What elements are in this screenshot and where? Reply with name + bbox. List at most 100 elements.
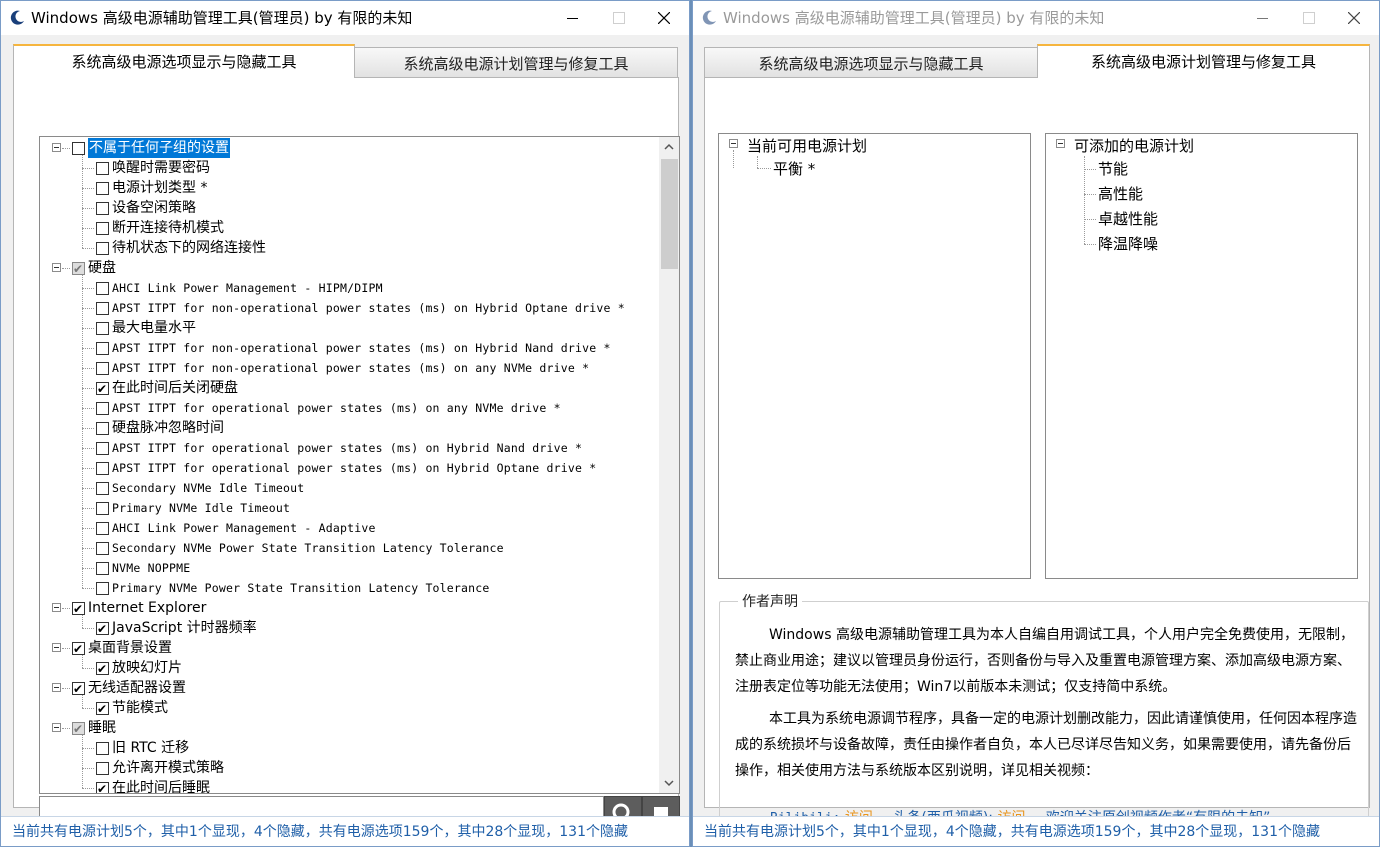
checkbox-icon[interactable] <box>96 402 109 415</box>
tree-line <box>82 388 94 389</box>
tree-line <box>82 488 94 489</box>
checkbox-icon[interactable] <box>96 462 109 475</box>
checkbox-icon[interactable] <box>96 322 109 335</box>
tree-line <box>82 508 83 528</box>
title-bar[interactable]: Windows 高级电源辅助管理工具(管理员) by 有限的未知 <box>693 1 1379 35</box>
tab-plan-management[interactable]: 系统高级电源计划管理与修复工具 <box>1037 44 1370 78</box>
maximize-icon[interactable] <box>1285 1 1331 35</box>
expander-minus-icon[interactable] <box>52 263 61 272</box>
tree-item-label: APST ITPT for operational power states (… <box>112 401 561 415</box>
current-plans-tree[interactable]: 当前可用电源计划 平衡 * <box>718 133 1031 579</box>
tree-scrollbar[interactable] <box>659 137 679 793</box>
checkbox-icon[interactable] <box>96 562 109 575</box>
checkbox-icon[interactable] <box>96 502 109 515</box>
tree-line <box>82 228 94 229</box>
expander-minus-icon[interactable] <box>52 723 61 732</box>
tab-panel-options: 在此时间后睡眠允许离开模式策略旧 RTC 迁移 睡眠 节能模式 无线适配器设置 放映幻灯… <box>13 77 680 832</box>
tree-item-label: 设备空闲策略 <box>112 200 196 216</box>
tree-item-label: 放映幻灯片 <box>112 660 182 676</box>
author-paragraph-1: Windows 高级电源辅助管理工具为本人自编自用调试工具，个人用户完全免费使用… <box>735 627 1354 695</box>
checkbox-icon[interactable] <box>96 742 109 755</box>
expander-minus-icon[interactable] <box>52 143 61 152</box>
tree-line <box>82 568 94 569</box>
tab-panel-plans: 当前可用电源计划 平衡 * 可添加的电源计划 节能 高性能 卓越性能 降温降噪 作者声… <box>704 77 1370 826</box>
checkbox-icon[interactable] <box>96 522 109 535</box>
tree-item-label: 在此时间后睡眠 <box>112 780 210 794</box>
expander-minus-icon[interactable] <box>52 603 61 612</box>
tree-line <box>82 408 83 428</box>
scroll-up-icon[interactable] <box>659 137 679 157</box>
checkbox-icon[interactable] <box>96 362 109 375</box>
tab-options-visibility[interactable]: 系统高级电源选项显示与隐藏工具 <box>13 44 355 78</box>
tab-plan-management[interactable]: 系统高级电源计划管理与修复工具 <box>354 47 678 78</box>
tree-item-label: Primary NVMe Power State Transition Late… <box>112 581 490 595</box>
scroll-down-icon[interactable] <box>659 773 679 793</box>
minimize-icon[interactable] <box>1239 1 1285 35</box>
checkbox-icon[interactable] <box>72 259 85 279</box>
checkbox-icon[interactable] <box>96 619 109 639</box>
addable-plan-item[interactable]: 高性能 <box>1098 182 1143 206</box>
tree-line <box>82 428 94 429</box>
checkbox-icon[interactable] <box>72 142 85 155</box>
tree-line <box>82 548 94 549</box>
addable-plans-tree[interactable]: 可添加的电源计划 节能 高性能 卓越性能 降温降噪 <box>1045 133 1358 579</box>
close-icon[interactable] <box>641 1 687 35</box>
power-moon-icon <box>702 10 716 25</box>
tree-item-label: APST ITPT for operational power states (… <box>112 461 597 475</box>
checkbox-icon[interactable] <box>96 379 109 399</box>
tree-line <box>82 588 94 589</box>
tree-item-label: 硬盘脉冲忽略时间 <box>112 420 224 436</box>
checkbox-icon[interactable] <box>72 599 85 619</box>
expander-minus-icon[interactable] <box>52 683 61 692</box>
current-plan-item[interactable]: 平衡 * <box>773 157 815 181</box>
checkbox-icon[interactable] <box>96 582 109 595</box>
checkbox-icon[interactable] <box>96 699 109 719</box>
addable-plan-item[interactable]: 节能 <box>1098 157 1128 181</box>
checkbox-icon[interactable] <box>96 342 109 355</box>
checkbox-icon[interactable] <box>96 242 109 255</box>
checkbox-icon[interactable] <box>96 202 109 215</box>
tree-line <box>82 528 94 529</box>
checkbox-icon[interactable] <box>96 659 109 679</box>
checkbox-icon[interactable] <box>72 639 85 659</box>
checkbox-icon[interactable] <box>96 422 109 435</box>
current-plans-root[interactable]: 当前可用电源计划 <box>747 134 867 158</box>
checkbox-icon[interactable] <box>96 282 109 295</box>
close-icon[interactable] <box>1331 1 1377 35</box>
tree-item-label: 旧 RTC 迁移 <box>112 740 190 756</box>
tree-line <box>62 608 70 609</box>
maximize-icon[interactable] <box>595 1 641 35</box>
tab-options-visibility[interactable]: 系统高级电源选项显示与隐藏工具 <box>704 47 1038 78</box>
addable-plan-item[interactable]: 卓越性能 <box>1098 207 1158 231</box>
expander-minus-icon[interactable] <box>729 139 738 148</box>
tree-line <box>1084 219 1096 220</box>
tree-line <box>82 508 94 509</box>
tree-line <box>1084 194 1096 195</box>
tree-line <box>82 228 83 248</box>
tree-line <box>82 748 94 749</box>
expander-minus-icon[interactable] <box>52 643 61 652</box>
checkbox-icon[interactable] <box>96 222 109 235</box>
checkbox-icon[interactable] <box>72 719 85 739</box>
options-tree[interactable]: 在此时间后睡眠允许离开模式策略旧 RTC 迁移 睡眠 节能模式 无线适配器设置 放映幻灯… <box>39 136 680 794</box>
tree-line <box>62 648 70 649</box>
tree-item-label: 桌面背景设置 <box>88 640 172 656</box>
tree-line <box>82 408 94 409</box>
checkbox-icon[interactable] <box>96 762 109 775</box>
addable-plans-root[interactable]: 可添加的电源计划 <box>1074 134 1194 158</box>
checkbox-icon[interactable] <box>96 302 109 315</box>
checkbox-icon[interactable] <box>72 679 85 699</box>
checkbox-icon[interactable] <box>96 162 109 175</box>
checkbox-icon[interactable] <box>96 542 109 555</box>
checkbox-icon[interactable] <box>96 182 109 195</box>
addable-plan-item[interactable]: 降温降噪 <box>1098 232 1158 256</box>
checkbox-icon[interactable] <box>96 442 109 455</box>
checkbox-icon[interactable] <box>96 482 109 495</box>
expander-minus-icon[interactable] <box>1056 139 1065 148</box>
checkbox-icon[interactable] <box>96 779 109 793</box>
tree-line <box>82 788 94 789</box>
tree-line <box>82 548 83 568</box>
scroll-thumb[interactable] <box>661 159 678 269</box>
minimize-icon[interactable] <box>549 1 595 35</box>
title-bar[interactable]: Windows 高级电源辅助管理工具(管理员) by 有限的未知 <box>1 1 689 35</box>
